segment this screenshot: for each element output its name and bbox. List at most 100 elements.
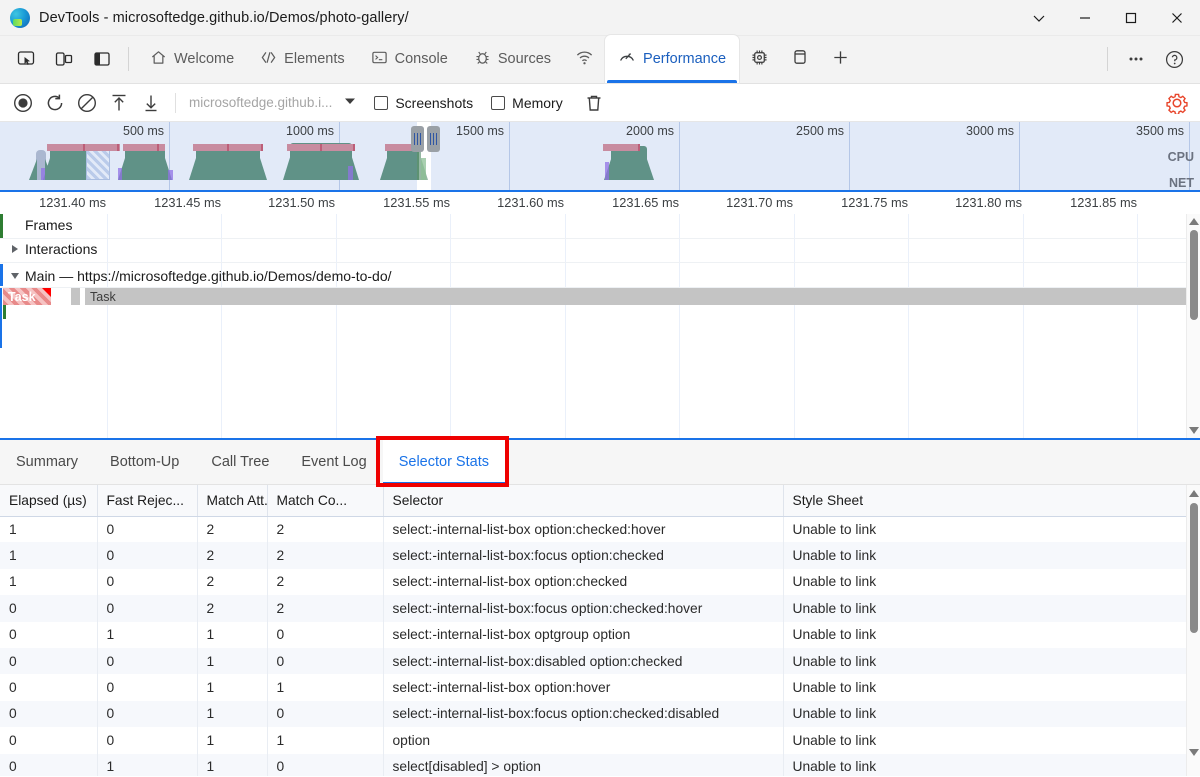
cell-match-attempts: 2	[197, 516, 267, 542]
cell-style-sheet: Unable to link	[783, 622, 1186, 648]
ruler-tick: 1231.85 ms	[1070, 195, 1144, 210]
tab-add-panel[interactable]	[820, 35, 861, 83]
flame-chart[interactable]: 1231.40 ms 1231.45 ms 1231.50 ms 1231.55…	[0, 192, 1200, 440]
column-header-style-sheet[interactable]: Style Sheet	[783, 485, 1186, 516]
overview-handle-right[interactable]	[427, 126, 440, 152]
interactions-track-label[interactable]: Interactions	[25, 241, 97, 257]
memory-checkbox[interactable]: Memory	[491, 95, 563, 111]
ruler-tick: 1231.45 ms	[154, 195, 228, 210]
tab-bottom-up[interactable]: Bottom-Up	[94, 440, 195, 485]
tab-call-tree-label: Call Tree	[211, 454, 269, 470]
window-controls	[1016, 0, 1200, 36]
tab-elements[interactable]: Elements	[247, 35, 357, 83]
chevron-down-icon[interactable]	[1016, 0, 1062, 36]
table-scroll-up-arrow-icon[interactable]	[1189, 490, 1199, 497]
tab-memory[interactable]	[739, 35, 780, 83]
table-row[interactable]: 0110select[disabled] > optionUnable to l…	[0, 754, 1186, 776]
cell-selector: select:-internal-list-box:focus option:c…	[383, 701, 783, 727]
main-track-label[interactable]: Main — https://microsoftedge.github.io/D…	[25, 268, 392, 284]
table-scrollbar-thumb[interactable]	[1190, 503, 1198, 633]
tab-summary[interactable]: Summary	[0, 440, 94, 485]
column-header-elapsed[interactable]: Elapsed (µs)	[0, 485, 97, 516]
record-circle-icon[interactable]	[8, 88, 38, 118]
tab-selector-stats-label: Selector Stats	[399, 454, 489, 470]
cell-match-attempts: 2	[197, 595, 267, 621]
tab-event-log[interactable]: Event Log	[285, 440, 382, 485]
tab-performance[interactable]: Performance	[605, 35, 739, 83]
table-scrollbar[interactable]	[1186, 485, 1200, 776]
tab-sources[interactable]: Sources	[461, 35, 564, 83]
inspect-icon[interactable]	[8, 41, 44, 77]
flame-scrollbar[interactable]	[1186, 214, 1200, 438]
overview-tick-label: 500 ms	[123, 124, 169, 138]
flame-bar-task-long[interactable]: Task	[3, 288, 51, 305]
flame-gridline	[794, 214, 795, 440]
column-header-style-sheet-label: Style Sheet	[793, 493, 864, 508]
column-header-fast-reject-label: Fast Rejec...	[107, 493, 184, 508]
reload-record-icon[interactable]	[40, 88, 70, 118]
cell-match-count: 2	[267, 569, 383, 595]
selector-stats-table-wrap[interactable]: Elapsed (µs) Fast Rejec... Match Att... …	[0, 485, 1200, 776]
table-row[interactable]: 0010select:-internal-list-box:focus opti…	[0, 701, 1186, 727]
table-row[interactable]: 1022select:-internal-list-box option:che…	[0, 516, 1186, 542]
column-header-match-attempts[interactable]: Match Att...	[197, 485, 267, 516]
more-options-icon[interactable]	[1118, 41, 1154, 77]
cell-match-attempts: 2	[197, 542, 267, 568]
interactions-expand-icon[interactable]	[12, 245, 18, 253]
column-header-match-count[interactable]: Match Co...	[267, 485, 383, 516]
screenshots-checkbox-box[interactable]	[374, 96, 388, 110]
table-scroll-down-arrow-icon[interactable]	[1189, 749, 1199, 756]
tab-network[interactable]	[564, 35, 605, 83]
download-profile-icon[interactable]	[136, 88, 166, 118]
dock-side-icon[interactable]	[84, 41, 120, 77]
table-row[interactable]: 1022select:-internal-list-box option:che…	[0, 569, 1186, 595]
application-icon	[791, 48, 809, 70]
flame-bar-label: Task	[8, 290, 36, 304]
scroll-down-arrow-icon[interactable]	[1189, 427, 1199, 434]
scroll-up-arrow-icon[interactable]	[1189, 218, 1199, 225]
code-icon	[260, 49, 277, 70]
screenshots-checkbox[interactable]: Screenshots	[374, 95, 473, 111]
cell-selector: select:-internal-list-box:focus option:c…	[383, 542, 783, 568]
tab-call-tree[interactable]: Call Tree	[195, 440, 285, 485]
cell-match-attempts: 1	[197, 674, 267, 700]
cell-selector: select:-internal-list-box:focus option:c…	[383, 595, 783, 621]
timeline-overview[interactable]: 500 ms 1000 ms 1500 ms 2000 ms 2500 ms 3…	[0, 122, 1200, 192]
column-header-selector[interactable]: Selector	[383, 485, 783, 516]
chevron-down-icon[interactable]	[344, 97, 356, 109]
table-row[interactable]: 1022select:-internal-list-box:focus opti…	[0, 542, 1186, 568]
minimize-icon[interactable]	[1062, 0, 1108, 36]
table-row[interactable]: 0010select:-internal-list-box:disabled o…	[0, 648, 1186, 674]
tab-selector-stats[interactable]: Selector Stats	[383, 440, 505, 485]
flame-gridline	[1137, 214, 1138, 440]
toolbar-divider	[128, 47, 129, 71]
tab-welcome[interactable]: Welcome	[137, 35, 247, 83]
table-row[interactable]: 0011select:-internal-list-box option:hov…	[0, 674, 1186, 700]
flame-bar-label: Task	[90, 290, 116, 304]
cell-elapsed: 0	[0, 754, 97, 776]
table-row[interactable]: 0022select:-internal-list-box:focus opti…	[0, 595, 1186, 621]
help-icon[interactable]	[1156, 41, 1192, 77]
close-icon[interactable]	[1154, 0, 1200, 36]
maximize-icon[interactable]	[1108, 0, 1154, 36]
flame-bar-task-short[interactable]	[71, 288, 80, 305]
memory-checkbox-box[interactable]	[491, 96, 505, 110]
gear-icon[interactable]	[1162, 88, 1192, 118]
upload-profile-icon[interactable]	[104, 88, 134, 118]
trash-icon[interactable]	[579, 88, 609, 118]
clear-icon[interactable]	[72, 88, 102, 118]
flame-bar-task[interactable]: Task	[85, 288, 1186, 305]
flame-scrollbar-thumb[interactable]	[1190, 230, 1198, 320]
table-row[interactable]: 0110select:-internal-list-box optgroup o…	[0, 622, 1186, 648]
column-header-fast-reject[interactable]: Fast Rejec...	[97, 485, 197, 516]
main-expand-icon[interactable]	[11, 273, 19, 279]
tab-console[interactable]: Console	[358, 35, 461, 83]
cell-elapsed: 1	[0, 542, 97, 568]
cell-style-sheet: Unable to link	[783, 701, 1186, 727]
overview-handle-left[interactable]	[411, 126, 424, 152]
device-toolbar-icon[interactable]	[46, 41, 82, 77]
cell-selector: select:-internal-list-box option:checked	[383, 569, 783, 595]
tab-application[interactable]	[780, 35, 820, 83]
overview-tick-label: 3000 ms	[966, 124, 1019, 138]
table-row[interactable]: 0011optionUnable to link	[0, 727, 1186, 753]
